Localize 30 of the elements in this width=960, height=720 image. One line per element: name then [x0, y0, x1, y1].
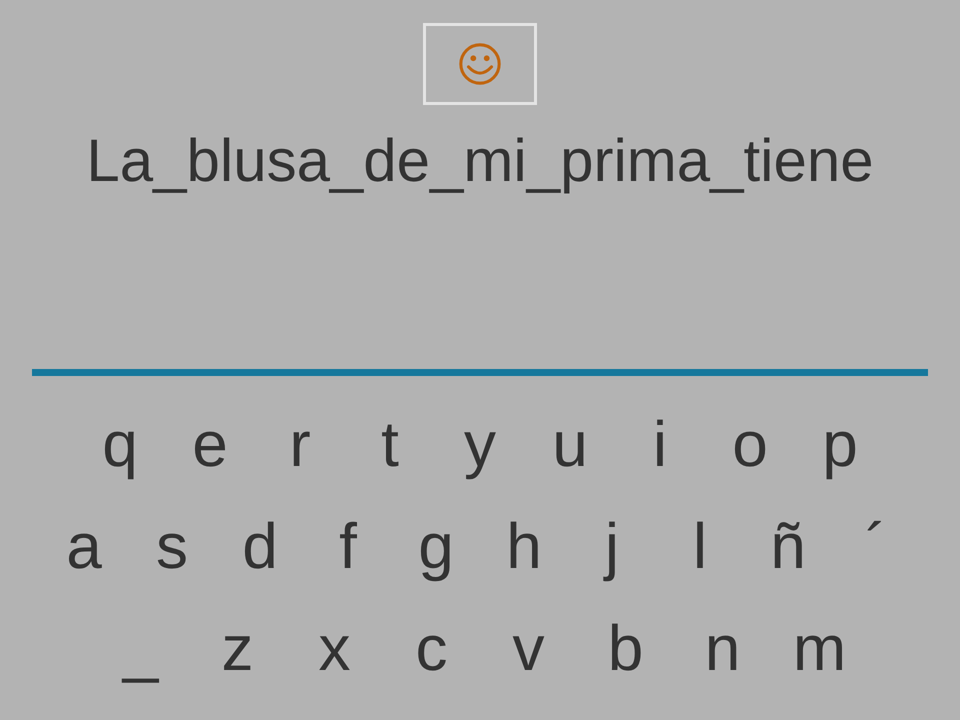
letter-key[interactable]: ´ [832, 506, 920, 586]
letter-key[interactable]: o [705, 404, 795, 484]
letter-key[interactable]: r [255, 404, 345, 484]
letter-key[interactable]: d [216, 506, 304, 586]
letter-key[interactable]: p [795, 404, 885, 484]
letter-key[interactable]: b [577, 608, 674, 688]
letter-key[interactable]: u [525, 404, 615, 484]
letter-key[interactable]: e [165, 404, 255, 484]
smiley-icon [457, 41, 503, 87]
letter-key[interactable]: ñ [744, 506, 832, 586]
letter-key[interactable]: m [771, 608, 868, 688]
letter-key[interactable]: t [345, 404, 435, 484]
letter-key[interactable]: y [435, 404, 525, 484]
letter-key[interactable]: _ [92, 608, 189, 688]
letter-key[interactable]: z [189, 608, 286, 688]
letter-key[interactable]: x [286, 608, 383, 688]
letter-key[interactable]: j [568, 506, 656, 586]
letter-key[interactable]: a [40, 506, 128, 586]
letter-key[interactable]: h [480, 506, 568, 586]
letter-key[interactable]: l [656, 506, 744, 586]
letter-key[interactable]: g [392, 506, 480, 586]
letter-key[interactable]: v [480, 608, 577, 688]
letter-key[interactable]: i [615, 404, 705, 484]
letter-key[interactable]: c [383, 608, 480, 688]
letter-key[interactable]: s [128, 506, 216, 586]
sentence-text: La_blusa_de_mi_prima_tiene [86, 126, 874, 196]
letter-key[interactable]: n [674, 608, 771, 688]
smiley-button[interactable] [423, 23, 537, 105]
letter-key[interactable]: q [75, 404, 165, 484]
letter-key[interactable]: f [304, 506, 392, 586]
